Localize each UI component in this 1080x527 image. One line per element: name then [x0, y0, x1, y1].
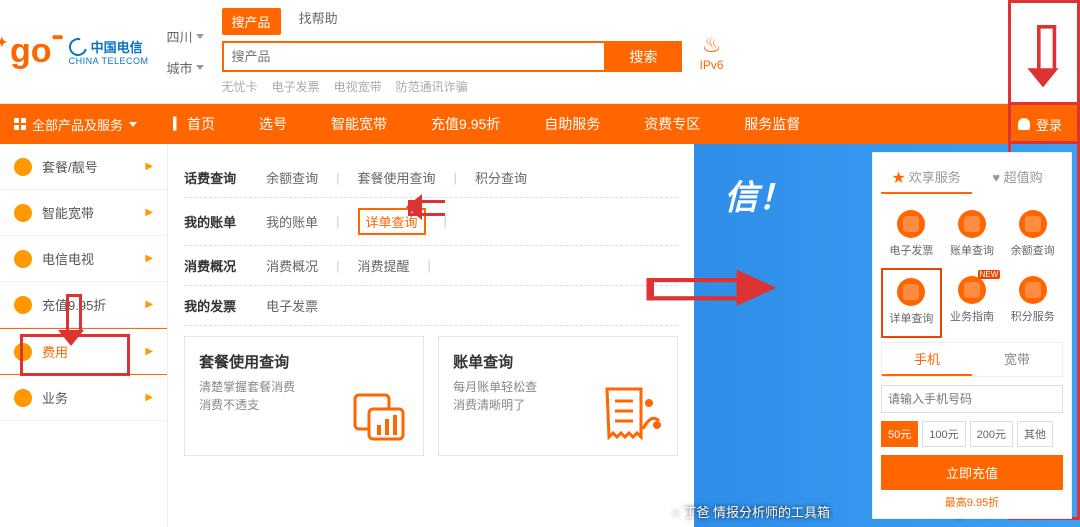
province-select[interactable]: 四川 — [167, 27, 204, 46]
nav-tariff[interactable]: 资费专区 — [622, 104, 722, 144]
amt-other[interactable]: 其他 — [1017, 421, 1053, 447]
search-tab-help[interactable]: 找帮助 — [299, 8, 338, 35]
flame-icon: ♨ — [700, 32, 724, 58]
svc-guide[interactable]: NEW业务指南 — [942, 268, 1003, 338]
search-button[interactable]: 搜索 — [606, 41, 682, 72]
recharge-tab-mobile[interactable]: 手机 — [882, 343, 972, 376]
link[interactable]: 我的账单 — [266, 212, 318, 231]
link[interactable]: 消费概况 — [266, 256, 318, 275]
right-tab-service[interactable]: ★ 欢享服务 — [881, 161, 972, 194]
printer-icon — [897, 210, 925, 238]
new-badge: NEW — [978, 270, 1001, 279]
recharge-note: 最高9.95折 — [881, 494, 1063, 510]
logo-go: go●●● — [10, 32, 61, 71]
points-icon — [1019, 276, 1047, 304]
svc-einvoice[interactable]: 电子发票 — [881, 202, 942, 268]
right-panel: ★ 欢享服务 ♥ 超值购 电子发票 账单查询 余额查询 详单查询 NEW业务指南… — [872, 152, 1072, 519]
top-bar: go●●● 中国电信 CHINA TELECOM 四川 城市 搜产品 找帮助 搜… — [0, 0, 1080, 104]
row-mybill: 我的账单 我的账单| 详单查询| — [184, 198, 678, 246]
svc-points[interactable]: 积分服务 — [1002, 268, 1063, 338]
phone-icon — [1019, 210, 1047, 238]
right-tabs: ★ 欢享服务 ♥ 超值购 — [881, 161, 1063, 194]
hint-link[interactable]: 无忧卡 — [222, 78, 258, 95]
chevron-down-icon — [196, 34, 204, 39]
search-hints: 无忧卡 电子发票 电视宽带 防范通讯诈骗 — [222, 78, 682, 95]
nav-home[interactable]: ▎首页 — [151, 104, 237, 144]
sidebar-item-recharge[interactable]: 充值9.95折▶ — [0, 282, 167, 328]
search-tabs: 搜产品 找帮助 — [222, 8, 682, 35]
bill-icon — [599, 385, 663, 445]
nav-all-products[interactable]: 全部产品及服务 — [0, 115, 151, 134]
row-invoice: 我的发票 电子发票 — [184, 286, 678, 326]
bill-icon — [958, 210, 986, 238]
search-tab-products[interactable]: 搜产品 — [222, 8, 281, 35]
amt-100[interactable]: 100元 — [922, 421, 965, 447]
link[interactable]: 电子发票 — [266, 296, 318, 315]
row-summary: 消费概况 消费概况| 消费提醒| — [184, 246, 678, 286]
nav-supervision[interactable]: 服务监督 — [722, 104, 822, 144]
nav-number[interactable]: 选号 — [237, 104, 309, 144]
phone-input[interactable] — [881, 385, 1063, 413]
chevron-down-icon — [196, 65, 204, 70]
bullet-icon — [14, 204, 32, 222]
recharge-tabs: 手机 宽带 — [881, 342, 1063, 377]
sidebar-item-broadband[interactable]: 智能宽带▶ — [0, 190, 167, 236]
sidebar-item-plan[interactable]: 套餐/靓号▶ — [0, 144, 167, 190]
chevron-down-icon — [129, 122, 137, 127]
row-feequery: 话费查询 余额查询| 套餐使用查询| 积分查询 — [184, 158, 678, 198]
region-selectors: 四川 城市 — [167, 27, 204, 77]
recharge-tab-broadband[interactable]: 宽带 — [972, 343, 1062, 376]
amount-options: 50元 100元 200元 其他 — [881, 421, 1063, 447]
guide-icon — [958, 276, 986, 304]
card-bill-query[interactable]: 账单查询 每月账单轻松查消费清晰明了 — [438, 336, 678, 456]
recharge-button[interactable]: 立即充值 — [881, 455, 1063, 490]
sidebar-item-biz[interactable]: 业务▶ — [0, 375, 167, 421]
hint-link[interactable]: 电子发票 — [272, 78, 320, 95]
svc-detail[interactable]: 详单查询 — [881, 268, 942, 338]
link-detail-query[interactable]: 详单查询 — [358, 208, 426, 235]
china-telecom-brand: 中国电信 CHINA TELECOM — [69, 37, 149, 66]
main-area: 套餐/靓号▶ 智能宽带▶ 电信电视▶ 充值9.95折▶ 费用▶ 业务▶ 话费查询… — [0, 144, 1080, 527]
city-select[interactable]: 城市 — [167, 58, 204, 77]
logo[interactable]: go●●● 中国电信 CHINA TELECOM — [10, 32, 149, 71]
search-area: 搜产品 找帮助 搜索 无忧卡 电子发票 电视宽带 防范通讯诈骗 — [222, 8, 682, 95]
report-icon — [349, 389, 409, 445]
hero-and-right: 信！ 千兆玩法贴心 ★ 欢享服务 ♥ 超值购 电子发票 账单查询 余额查询 详单… — [694, 144, 1080, 527]
hint-link[interactable]: 电视宽带 — [334, 78, 382, 95]
svc-bill[interactable]: 账单查询 — [942, 202, 1003, 268]
link[interactable]: 余额查询 — [266, 168, 318, 187]
right-tab-deals[interactable]: ♥ 超值购 — [972, 161, 1063, 194]
link[interactable]: 套餐使用查询 — [358, 168, 436, 187]
ipv6-badge: ♨ IPv6 — [700, 32, 724, 72]
amt-200[interactable]: 200元 — [970, 421, 1013, 447]
bullet-icon — [14, 250, 32, 268]
hint-link[interactable]: 防范通讯诈骗 — [396, 78, 468, 95]
nav-selfservice[interactable]: 自助服务 — [522, 104, 622, 144]
sidebar-item-tv[interactable]: 电信电视▶ — [0, 236, 167, 282]
link[interactable]: 消费提醒 — [358, 256, 410, 275]
watermark-wechat: ◌ 丁爸 情报分析师的工具箱 — [672, 502, 830, 521]
svc-balance[interactable]: 余额查询 — [1002, 202, 1063, 268]
hero-text: 信！ — [724, 174, 792, 222]
nav-broadband[interactable]: 智能宽带 — [309, 104, 409, 144]
bullet-icon — [14, 389, 32, 407]
amt-50[interactable]: 50元 — [881, 421, 918, 447]
bullet-icon — [14, 296, 32, 314]
bullet-icon — [14, 158, 32, 176]
center-content: 话费查询 余额查询| 套餐使用查询| 积分查询 我的账单 我的账单| 详单查询|… — [168, 144, 694, 527]
service-icons: 电子发票 账单查询 余额查询 详单查询 NEW业务指南 积分服务 — [881, 202, 1063, 338]
annotation-rect — [20, 334, 130, 376]
nav-recharge[interactable]: 充值9.95折 — [409, 104, 522, 144]
main-nav: 全部产品及服务 ▎首页 选号 智能宽带 充值9.95折 自助服务 资费专区 服务… — [0, 104, 1080, 144]
card-plan-usage[interactable]: 套餐使用查询 清楚掌握套餐消费消费不透支 — [184, 336, 424, 456]
search-input[interactable] — [222, 41, 606, 72]
link[interactable]: 积分查询 — [475, 168, 527, 187]
detail-icon — [897, 278, 925, 306]
